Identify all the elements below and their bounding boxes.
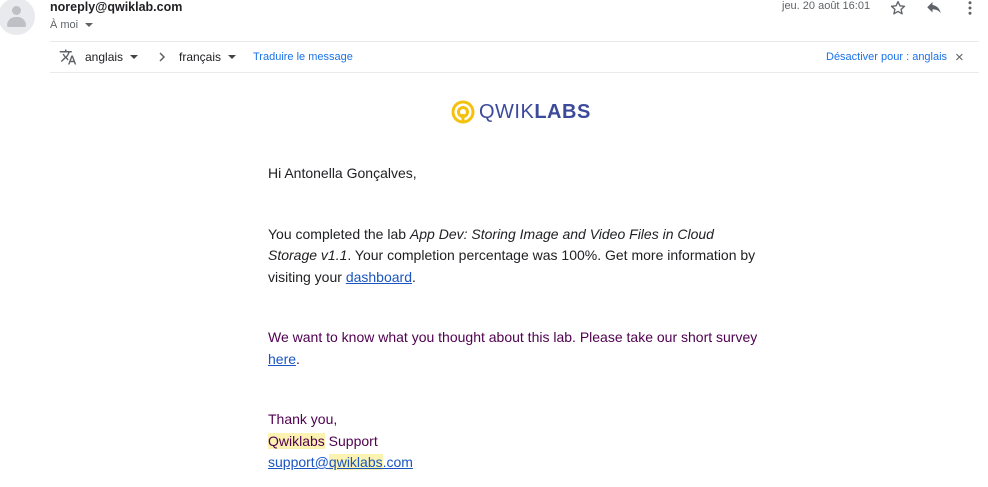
survey-link[interactable]: here	[268, 351, 296, 367]
disable-translation-link[interactable]: Désactiver pour : anglais	[826, 42, 947, 72]
sender-address[interactable]: noreply@qwiklab.com	[50, 0, 182, 14]
qwiklabs-logo: QWIKLABS	[451, 100, 591, 124]
target-language-label: français	[179, 50, 222, 64]
avatar-head	[12, 6, 21, 15]
dashboard-link[interactable]: dashboard	[346, 269, 412, 285]
greeting: Hi Antonella Gonçalves,	[268, 165, 417, 181]
chevron-right-icon	[156, 42, 168, 72]
survey-suffix: .	[296, 350, 300, 367]
logo-text-light: QWIK	[479, 100, 535, 123]
signature-rest: Support	[324, 432, 378, 449]
source-language-label: anglais	[85, 50, 124, 64]
reply-icon[interactable]	[923, 0, 945, 19]
logo-text-bold: LABS	[534, 100, 591, 123]
chevron-down-icon	[85, 23, 94, 27]
thanks-line: Thank you,	[268, 411, 338, 427]
source-language-select[interactable]: anglais	[85, 42, 139, 72]
signature-brand: Qwiklabs	[268, 432, 325, 449]
translate-icon	[59, 42, 77, 72]
target-language-select[interactable]: français	[179, 42, 237, 72]
more-options-icon[interactable]	[959, 0, 981, 19]
completion-paragraph: You completed the lab App Dev: Storing I…	[268, 224, 758, 289]
translate-message-link[interactable]: Traduire le message	[253, 42, 353, 72]
qwiklabs-logo-mark-icon	[451, 100, 475, 124]
recipient-details-toggle[interactable]: À moi	[50, 19, 94, 31]
signature: Qwiklabs Support	[268, 431, 758, 453]
sender-avatar[interactable]	[0, 0, 35, 35]
dropdown-caret-icon	[130, 55, 139, 59]
avatar-body	[7, 17, 26, 27]
completion-prefix: You completed the lab	[268, 225, 410, 242]
survey-paragraph: We want to know what you thought about t…	[268, 327, 758, 370]
logo-wordmark: QWIKLABS	[479, 101, 591, 124]
support-email-link[interactable]: support@qwiklabs.com	[268, 452, 758, 474]
support-email-brand[interactable]: qwiklabs	[328, 454, 383, 470]
survey-prefix: We want to know what you thought about t…	[268, 329, 758, 345]
support-email-user[interactable]: support@	[268, 454, 329, 470]
dropdown-caret-icon	[228, 55, 237, 59]
support-email-tld[interactable]: .com	[383, 454, 413, 470]
email-body: Hi Antonella Gonçalves, You completed th…	[268, 163, 758, 474]
recipient-label: À moi	[50, 19, 79, 31]
completion-suffix: .	[411, 268, 416, 285]
close-icon[interactable]: ×	[955, 42, 964, 72]
translate-bar: anglais français Traduire le message Dés…	[50, 41, 979, 73]
star-icon[interactable]	[887, 0, 909, 19]
email-date: jeu. 20 août 16:01	[782, 0, 871, 12]
